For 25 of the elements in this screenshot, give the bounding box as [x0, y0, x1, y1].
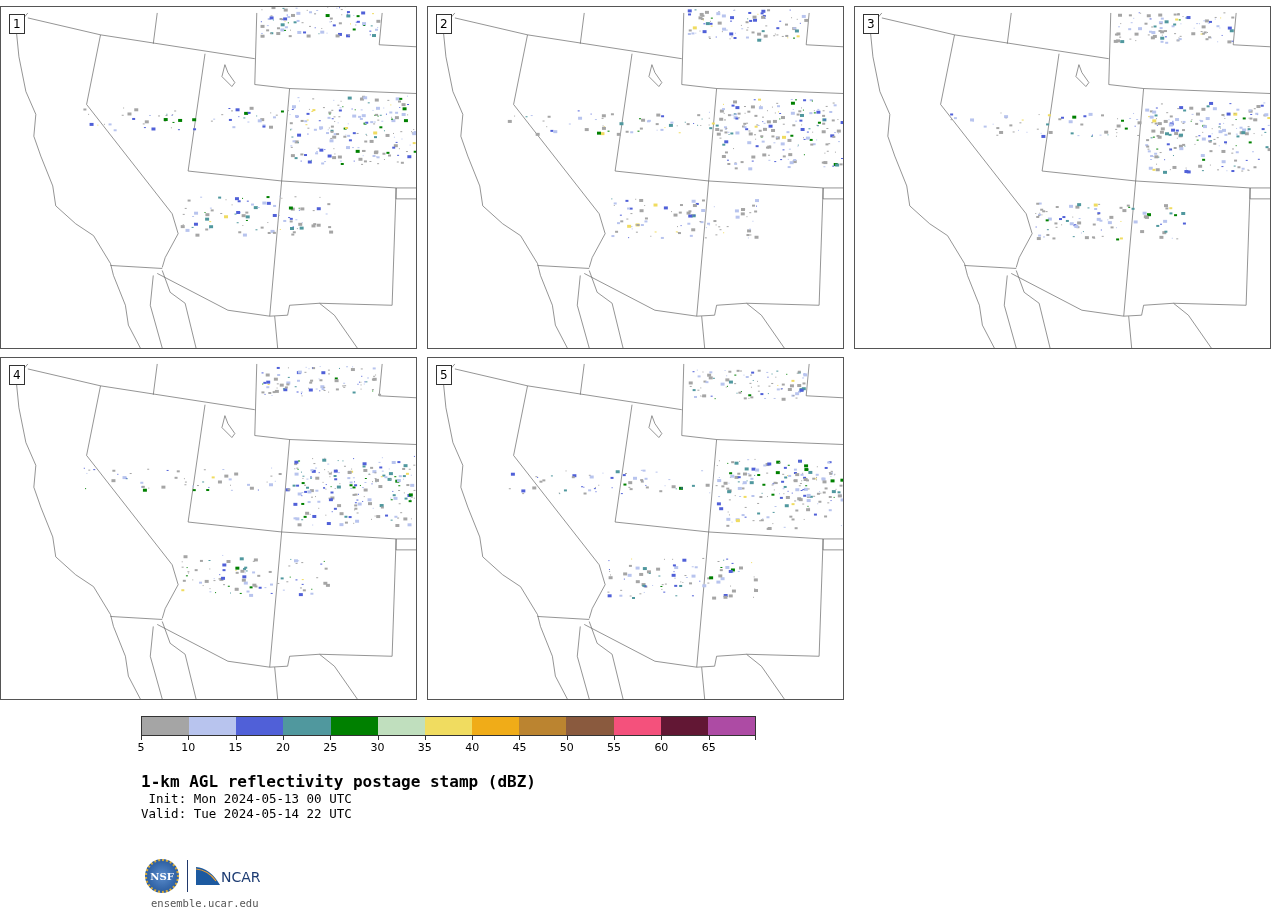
tick-label: 40: [465, 741, 480, 754]
globe-logo: NSF: [145, 859, 179, 893]
panel-number: 3: [863, 14, 879, 34]
website-url: ensemble.ucar.edu: [151, 897, 260, 910]
tick-label: 55: [607, 741, 622, 754]
panel-number: 4: [9, 365, 25, 385]
tick-label: 25: [323, 741, 338, 754]
swoosh-icon: [196, 867, 220, 885]
tick-label: 10: [181, 741, 196, 754]
panel-number: 5: [436, 365, 452, 385]
tick-label: 50: [559, 741, 574, 754]
chart-title: 1-km AGL reflectivity postage stamp (dBZ): [141, 773, 537, 791]
tick-label: 30: [370, 741, 385, 754]
tick-label: 35: [417, 741, 432, 754]
tick-label: 20: [275, 741, 290, 754]
tick-label: 60: [654, 741, 669, 754]
panel-number: 1: [9, 14, 25, 34]
tick-label: 15: [228, 741, 243, 754]
tick-label: 45: [512, 741, 527, 754]
logo-text: NCAR: [221, 869, 261, 885]
init-time: Init: Mon 2024-05-13 00 UTC: [147, 791, 353, 806]
panel-number: 2: [436, 14, 452, 34]
tick-label: 5: [137, 741, 145, 754]
valid-time: Valid: Tue 2024-05-14 22 UTC: [141, 806, 353, 821]
tick-label: 65: [701, 741, 716, 754]
